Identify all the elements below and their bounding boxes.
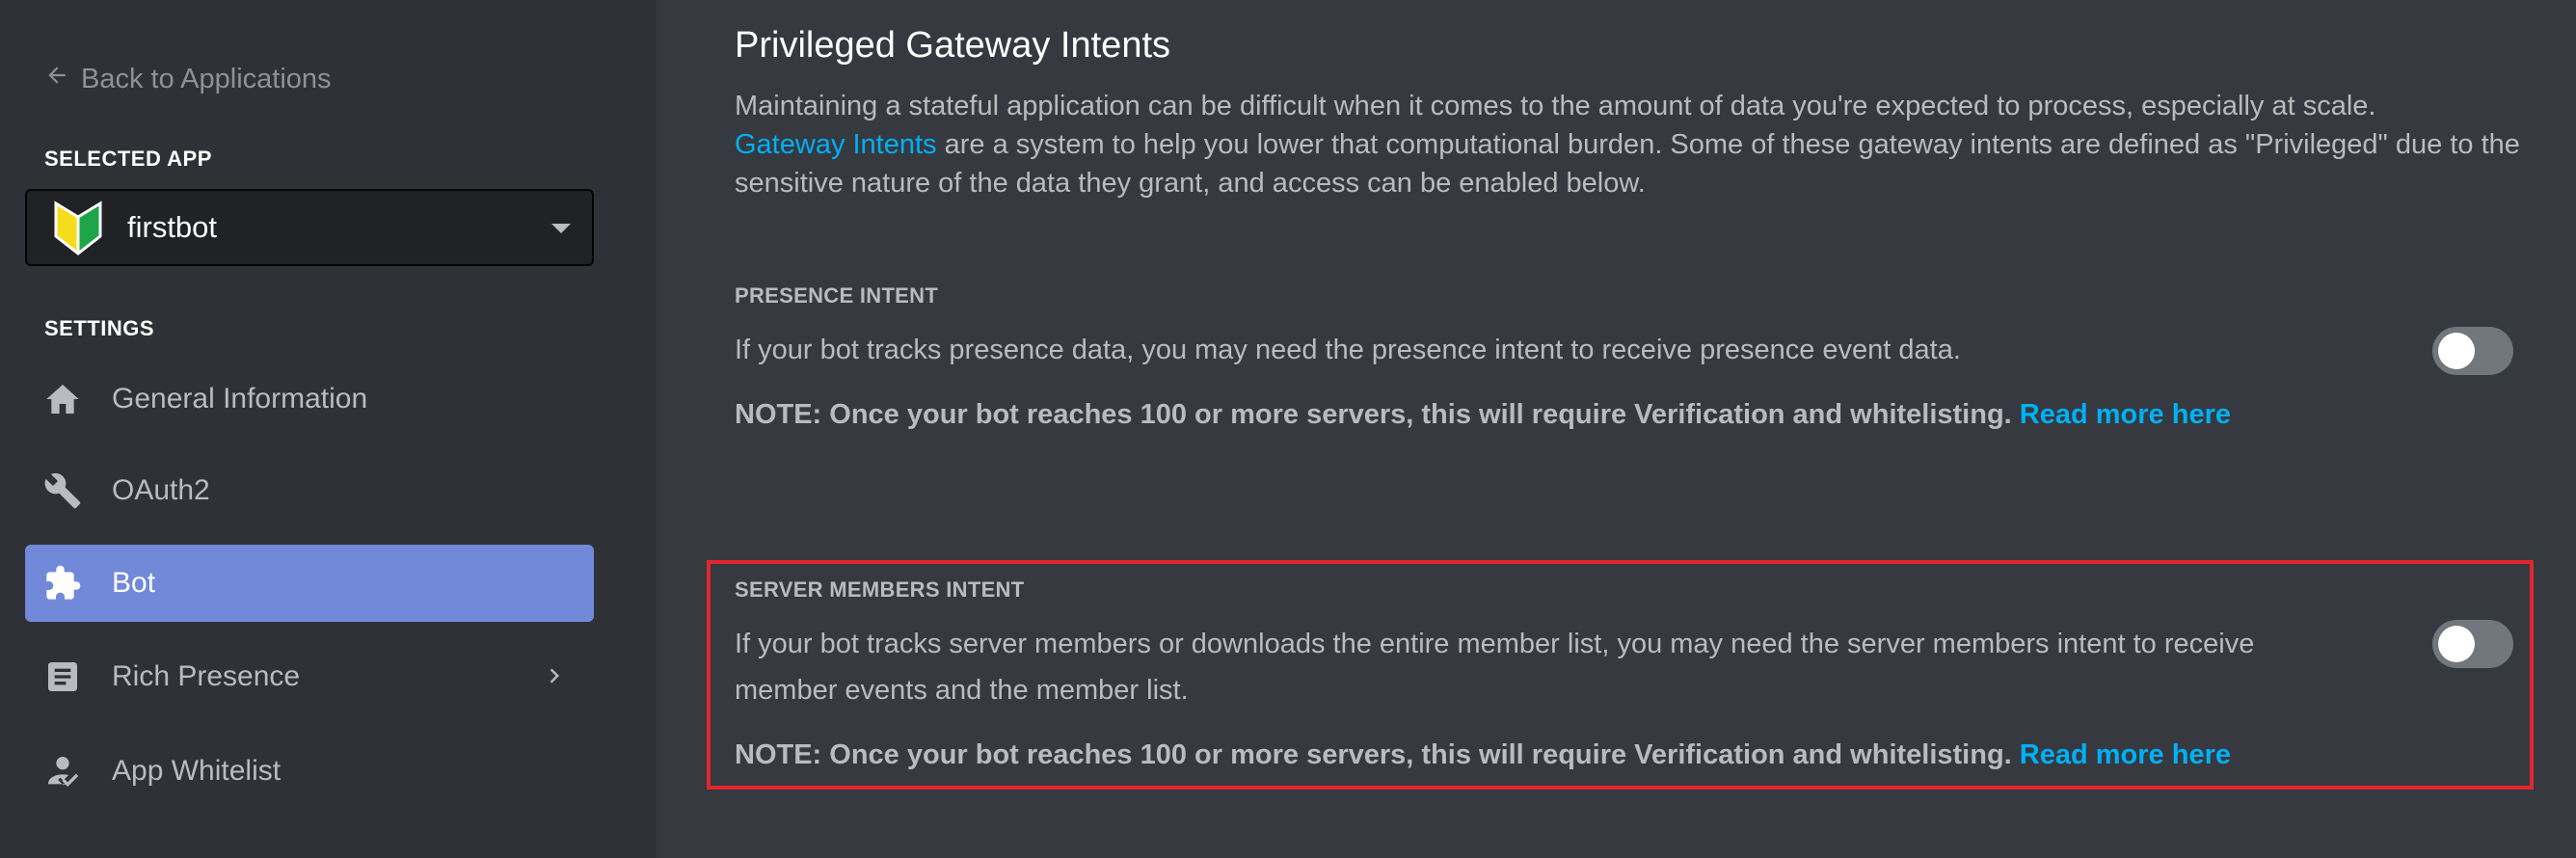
wrench-icon: [42, 470, 83, 511]
intents-description: Maintaining a stateful application can b…: [735, 87, 2528, 202]
sidebar: Back to Applications SELECTED APP firstb…: [0, 0, 657, 858]
settings-heading: SETTINGS: [44, 316, 155, 340]
presence-intent-description: If your bot tracks presence data, you ma…: [735, 335, 1961, 365]
home-icon: [42, 379, 83, 419]
sidebar-item-label: Bot: [112, 567, 156, 599]
presence-intent-note: NOTE: Once your bot reaches 100 or more …: [735, 399, 2231, 431]
back-to-applications-link[interactable]: Back to Applications: [44, 62, 332, 96]
user-check-icon: [42, 751, 83, 791]
sidebar-item-general-information[interactable]: General Information: [25, 361, 594, 438]
read-more-link[interactable]: Read more here: [2020, 399, 2231, 430]
sidebar-item-app-whitelist[interactable]: App Whitelist: [25, 733, 594, 810]
app-name: firstbot: [127, 210, 218, 244]
sidebar-item-label: App Whitelist: [112, 755, 282, 787]
sidebar-item-label: General Information: [112, 383, 368, 415]
app-select-dropdown[interactable]: firstbot: [25, 189, 594, 266]
document-icon: [42, 657, 83, 697]
description-text: Maintaining a stateful application can b…: [735, 91, 2376, 121]
chevron-down-icon: [551, 224, 571, 233]
back-label: Back to Applications: [81, 63, 332, 94]
presence-intent-heading: PRESENCE INTENT: [735, 283, 939, 308]
sidebar-item-bot[interactable]: Bot: [25, 545, 594, 622]
selected-app-heading: SELECTED APP: [44, 147, 212, 171]
gateway-intents-link[interactable]: Gateway Intents: [735, 129, 937, 160]
sidebar-item-rich-presence[interactable]: Rich Presence: [25, 638, 594, 715]
page-title: Privileged Gateway Intents: [735, 25, 1171, 66]
puzzle-icon: [42, 563, 83, 603]
sidebar-item-oauth2[interactable]: OAuth2: [25, 452, 594, 529]
sidebar-item-label: Rich Presence: [112, 660, 301, 692]
description-text-rest: are a system to help you lower that comp…: [735, 129, 2520, 199]
toggle-knob: [2438, 333, 2475, 369]
app-avatar-icon: [52, 198, 104, 257]
chevron-right-icon: [540, 661, 569, 690]
arrow-left-icon: [44, 63, 69, 95]
highlight-annotation-box: [707, 560, 2534, 790]
sidebar-item-label: OAuth2: [112, 474, 210, 506]
note-text: NOTE: Once your bot reaches 100 or more …: [735, 399, 2012, 430]
presence-intent-toggle[interactable]: [2432, 327, 2513, 375]
